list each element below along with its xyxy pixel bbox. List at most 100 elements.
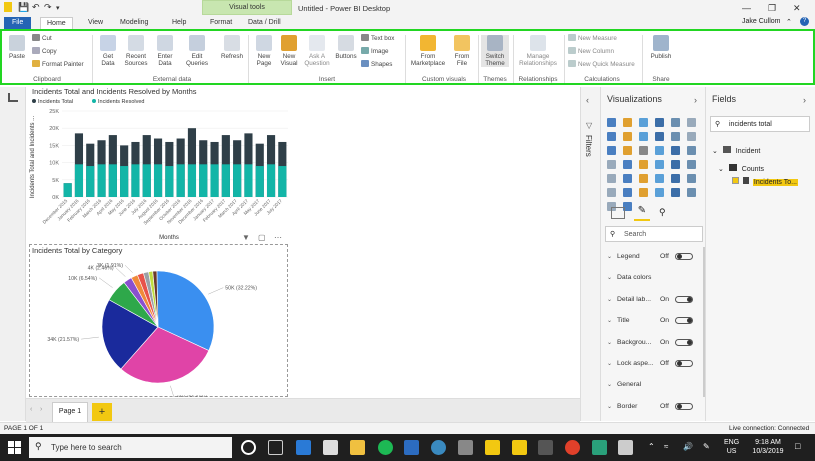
volume-icon[interactable]: 🔊 xyxy=(683,442,693,451)
task-view-icon[interactable] xyxy=(268,440,283,455)
report-view-icon[interactable] xyxy=(8,93,18,102)
toggle-switch[interactable] xyxy=(675,317,693,325)
bar-incidents-resolved[interactable] xyxy=(187,164,197,197)
switch-theme-button[interactable]: Switch Theme xyxy=(481,35,509,67)
visual-type-icon[interactable] xyxy=(623,132,632,141)
tab-file[interactable]: File xyxy=(4,17,32,29)
windows-start-icon[interactable] xyxy=(8,441,21,454)
visual-type-icon[interactable] xyxy=(687,188,696,197)
bar-incidents-resolved[interactable] xyxy=(97,164,106,197)
spotify-icon[interactable] xyxy=(378,440,393,455)
maximize-icon[interactable]: ❐ xyxy=(768,3,776,14)
format-section[interactable]: ⌄ Detail lab... On xyxy=(605,290,701,310)
toggle-switch[interactable] xyxy=(675,253,693,260)
new-column-button[interactable]: New Column xyxy=(568,47,614,55)
refresh-button[interactable]: Refresh xyxy=(217,35,247,60)
visual-type-icon[interactable] xyxy=(639,174,648,183)
format-search-box[interactable]: ⚲ Search xyxy=(605,226,703,242)
redo-icon[interactable]: ↷ xyxy=(44,2,52,13)
app-icon[interactable] xyxy=(538,440,553,455)
minimize-icon[interactable]: — xyxy=(742,3,751,13)
tab-page-1[interactable]: Page 1 xyxy=(52,402,88,422)
visual-type-icon[interactable] xyxy=(639,160,648,169)
visual-type-icon[interactable] xyxy=(607,188,616,197)
format-section[interactable]: ⌄ Title On xyxy=(605,311,701,331)
table-incident[interactable]: ⌄ Incident xyxy=(712,146,760,155)
bar-incidents-resolved[interactable] xyxy=(74,164,84,197)
filters-pane-collapsed[interactable]: ‹ ▽ Filters xyxy=(580,87,600,421)
checkbox-checked-icon[interactable] xyxy=(732,177,739,184)
fields-well-icon[interactable] xyxy=(611,207,625,219)
filter-icon[interactable]: ▼ xyxy=(242,233,250,242)
visual-type-icon[interactable] xyxy=(623,146,632,155)
bar-incidents-resolved[interactable] xyxy=(221,164,230,197)
format-painter-button[interactable]: Format Painter xyxy=(32,60,84,68)
publish-button[interactable]: Publish xyxy=(647,35,675,60)
legend-item[interactable]: Incidents Total xyxy=(38,99,73,105)
visual-type-icon[interactable] xyxy=(623,174,632,183)
from-marketplace-button[interactable]: From Marketplace xyxy=(408,35,448,67)
visual-type-icon[interactable] xyxy=(655,188,664,197)
image-button[interactable]: Image xyxy=(361,47,389,55)
format-section[interactable]: ⌄ Border Off xyxy=(605,397,701,417)
recent-sources-button[interactable]: Recent Sources xyxy=(122,35,150,67)
bar-incidents-resolved[interactable] xyxy=(165,166,174,197)
buttons-button[interactable]: Buttons xyxy=(333,35,359,60)
file-explorer-icon[interactable] xyxy=(350,440,365,455)
fields-search-box[interactable]: ⚲ incidents total xyxy=(710,116,810,132)
bar-incidents-resolved[interactable] xyxy=(266,164,276,197)
chevron-right-icon[interactable]: › xyxy=(694,95,697,105)
visual-type-icon[interactable] xyxy=(687,118,696,127)
enter-data-button[interactable]: Enter Data xyxy=(153,35,177,67)
new-visual-button[interactable]: New Visual xyxy=(278,35,300,67)
visual-type-icon[interactable] xyxy=(671,132,680,141)
clock[interactable]: 9:18 AM 10/3/2019 xyxy=(746,438,790,456)
cortana-icon[interactable] xyxy=(241,440,256,455)
format-section[interactable]: ⌄ Backgrou... On xyxy=(605,333,701,353)
chevron-up-icon[interactable]: ⌃ xyxy=(648,442,655,451)
fields-search-input[interactable]: incidents total xyxy=(729,121,772,128)
visual-type-icon[interactable] xyxy=(687,132,696,141)
from-file-button[interactable]: From File xyxy=(450,35,474,67)
tab-data-drill[interactable]: Data / Drill xyxy=(242,17,287,29)
powerbi-service-icon[interactable] xyxy=(512,440,527,455)
photos-icon[interactable] xyxy=(458,440,473,455)
chevron-right-icon[interactable]: › xyxy=(803,95,806,105)
copy-button[interactable]: Copy xyxy=(32,47,57,55)
add-page-button[interactable]: + xyxy=(92,403,112,421)
bar-incidents-resolved[interactable] xyxy=(278,166,287,197)
app-icon-3[interactable] xyxy=(618,440,633,455)
toggle-switch[interactable] xyxy=(675,360,693,367)
visual-type-icon[interactable] xyxy=(655,160,664,169)
visual-type-icon[interactable] xyxy=(655,132,664,141)
format-section[interactable]: ⌄ Lock aspe... Off xyxy=(605,354,701,374)
bar-incidents-resolved[interactable] xyxy=(244,164,253,197)
legend-item[interactable]: Incidents Resolved xyxy=(98,99,144,105)
new-page-button[interactable]: New Page xyxy=(251,35,277,67)
scroll-left-icon[interactable]: ‹ xyxy=(30,406,32,413)
bar-incidents-resolved[interactable] xyxy=(63,183,72,197)
undo-icon[interactable]: ↶ xyxy=(32,2,40,13)
format-section[interactable]: ⌄ Data colors xyxy=(605,268,701,288)
bar-chart[interactable]: Incidents Total and Incidents ... 0K 5K 10K… xyxy=(26,87,296,245)
visual-type-icon[interactable] xyxy=(655,174,664,183)
save-icon[interactable]: 💾 xyxy=(18,2,29,13)
language-indicator[interactable]: ENG US xyxy=(724,438,739,456)
network-icon[interactable]: ≈ xyxy=(664,442,668,451)
chrome-icon[interactable] xyxy=(565,440,580,455)
tab-help[interactable]: Help xyxy=(166,17,192,29)
visual-type-icon[interactable] xyxy=(639,132,648,141)
new-measure-button[interactable]: New Measure xyxy=(568,34,617,42)
user-name[interactable]: Jake Cullom xyxy=(742,18,781,25)
notifications-icon[interactable]: □ xyxy=(795,441,800,451)
powerbi-taskbar-icon[interactable] xyxy=(485,440,500,455)
visual-type-icon[interactable] xyxy=(655,118,664,127)
visual-type-icon[interactable] xyxy=(639,118,648,127)
bar-incidents-resolved[interactable] xyxy=(108,164,117,197)
visual-type-icon[interactable] xyxy=(687,160,696,169)
visual-type-icon[interactable] xyxy=(655,146,664,155)
toggle-switch[interactable] xyxy=(675,402,693,410)
visual-type-icon[interactable] xyxy=(607,174,616,183)
chevron-left-icon[interactable]: ‹ xyxy=(586,95,589,105)
bar-incidents-resolved[interactable] xyxy=(255,166,264,197)
